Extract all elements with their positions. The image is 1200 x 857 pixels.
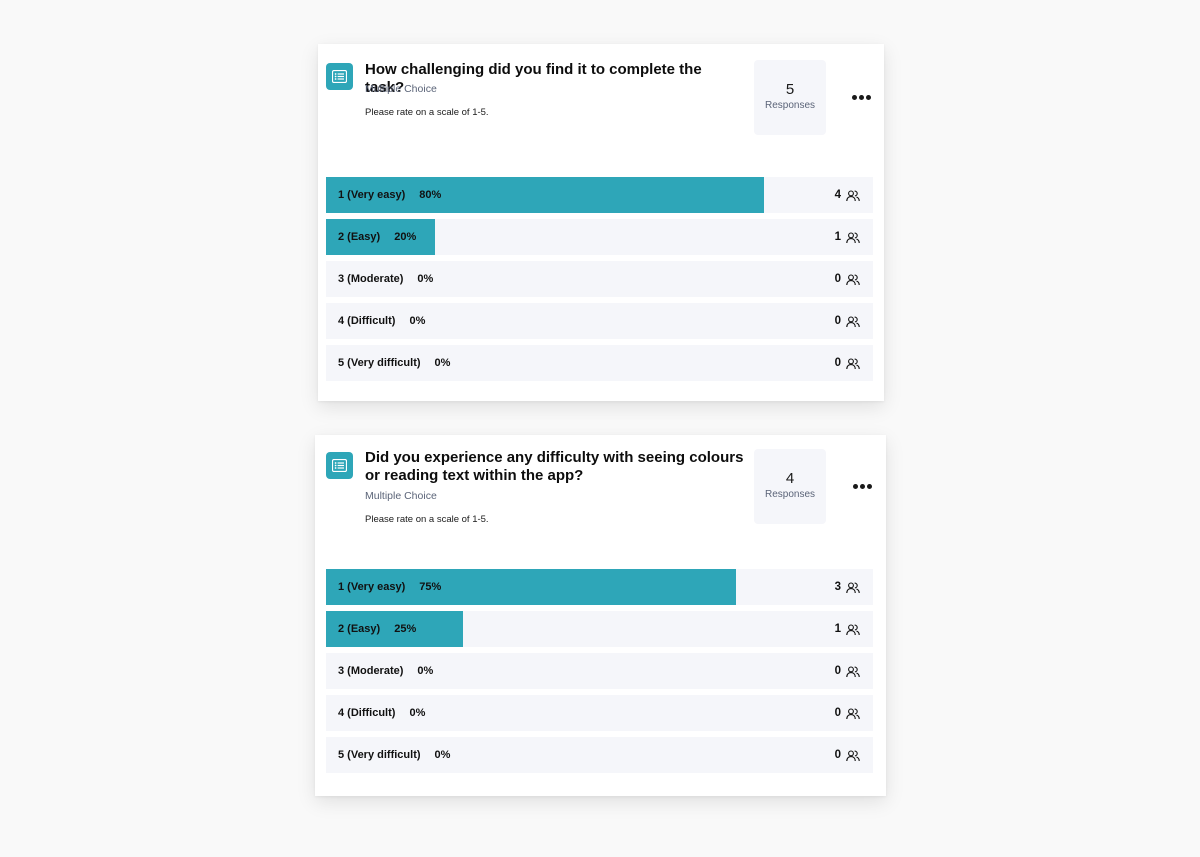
users-icon: [846, 315, 860, 333]
question-card: How challenging did you find it to compl…: [318, 44, 884, 401]
options-list: 1 (Very easy) 80% 4 2 (Easy) 20% 1 3 (Moderate…: [326, 177, 873, 387]
option-percent: 20%: [394, 231, 417, 243]
option-count: 4: [834, 189, 841, 201]
more-options-button[interactable]: [852, 94, 874, 102]
option-text: 4 (Difficult): [338, 315, 396, 327]
option-text: 3 (Moderate): [338, 273, 404, 285]
option-row: 5 (Very difficult) 0% 0: [326, 737, 873, 773]
option-text: 1 (Very easy): [338, 581, 406, 593]
users-icon: [846, 581, 860, 599]
option-percent: 0%: [409, 315, 426, 327]
option-label: 4 (Difficult) 0%: [338, 303, 425, 339]
responses-summary: 4 Responses: [754, 449, 826, 524]
question-title: Did you experience any difficulty with s…: [365, 449, 744, 484]
users-icon: [846, 189, 860, 207]
options-list: 1 (Very easy) 75% 3 2 (Easy) 25% 1 3 (Moderate…: [326, 569, 873, 779]
option-percent: 0%: [409, 707, 426, 719]
option-count: 0: [834, 665, 841, 677]
users-icon: [846, 231, 860, 249]
option-text: 3 (Moderate): [338, 665, 404, 677]
list-icon: [326, 63, 353, 90]
question-description: Please rate on a scale of 1-5.: [365, 107, 489, 118]
option-row: 3 (Moderate) 0% 0: [326, 261, 873, 297]
option-percent: 0%: [434, 357, 451, 369]
users-icon: [846, 707, 860, 725]
users-icon: [846, 273, 860, 291]
option-label: 2 (Easy) 25%: [338, 611, 416, 647]
question-type: Multiple Choice: [365, 490, 437, 502]
option-count: 1: [834, 231, 841, 243]
option-text: 2 (Easy): [338, 231, 381, 243]
option-count: 0: [834, 357, 841, 369]
option-percent: 75%: [419, 581, 442, 593]
users-icon: [846, 665, 860, 683]
option-label: 4 (Difficult) 0%: [338, 695, 425, 731]
option-label: 1 (Very easy) 80%: [338, 177, 441, 213]
question-type: Multiple Choice: [365, 83, 437, 95]
question-description: Please rate on a scale of 1-5.: [365, 514, 489, 525]
option-text: 5 (Very difficult): [338, 749, 421, 761]
option-percent: 25%: [394, 623, 417, 635]
option-text: 4 (Difficult): [338, 707, 396, 719]
option-text: 2 (Easy): [338, 623, 381, 635]
responses-count: 4: [785, 470, 795, 487]
option-count: 0: [834, 273, 841, 285]
option-percent: 80%: [419, 189, 442, 201]
option-text: 1 (Very easy): [338, 189, 406, 201]
responses-summary: 5 Responses: [754, 60, 826, 135]
option-label: 1 (Very easy) 75%: [338, 569, 441, 605]
responses-count: 5: [785, 81, 795, 98]
list-icon: [326, 452, 353, 479]
more-options-button[interactable]: [853, 483, 875, 491]
option-count: 3: [834, 581, 841, 593]
option-row: 2 (Easy) 20% 1: [326, 219, 873, 255]
option-count: 1: [834, 623, 841, 635]
option-row: 2 (Easy) 25% 1: [326, 611, 873, 647]
option-count: 0: [834, 315, 841, 327]
option-row: 1 (Very easy) 75% 3: [326, 569, 873, 605]
option-row: 3 (Moderate) 0% 0: [326, 653, 873, 689]
option-row: 1 (Very easy) 80% 4: [326, 177, 873, 213]
users-icon: [846, 749, 860, 767]
option-percent: 0%: [417, 273, 434, 285]
option-text: 5 (Very difficult): [338, 357, 421, 369]
users-icon: [846, 623, 860, 641]
responses-label: Responses: [764, 100, 816, 111]
option-count: 0: [834, 749, 841, 761]
users-icon: [846, 357, 860, 375]
option-row: 5 (Very difficult) 0% 0: [326, 345, 873, 381]
option-percent: 0%: [434, 749, 451, 761]
responses-label: Responses: [764, 489, 816, 500]
option-label: 3 (Moderate) 0%: [338, 261, 433, 297]
option-label: 3 (Moderate) 0%: [338, 653, 433, 689]
option-row: 4 (Difficult) 0% 0: [326, 695, 873, 731]
option-label: 5 (Very difficult) 0%: [338, 737, 450, 773]
option-label: 5 (Very difficult) 0%: [338, 345, 450, 381]
question-card: Did you experience any difficulty with s…: [315, 435, 886, 796]
option-percent: 0%: [417, 665, 434, 677]
option-count: 0: [834, 707, 841, 719]
option-row: 4 (Difficult) 0% 0: [326, 303, 873, 339]
option-label: 2 (Easy) 20%: [338, 219, 416, 255]
